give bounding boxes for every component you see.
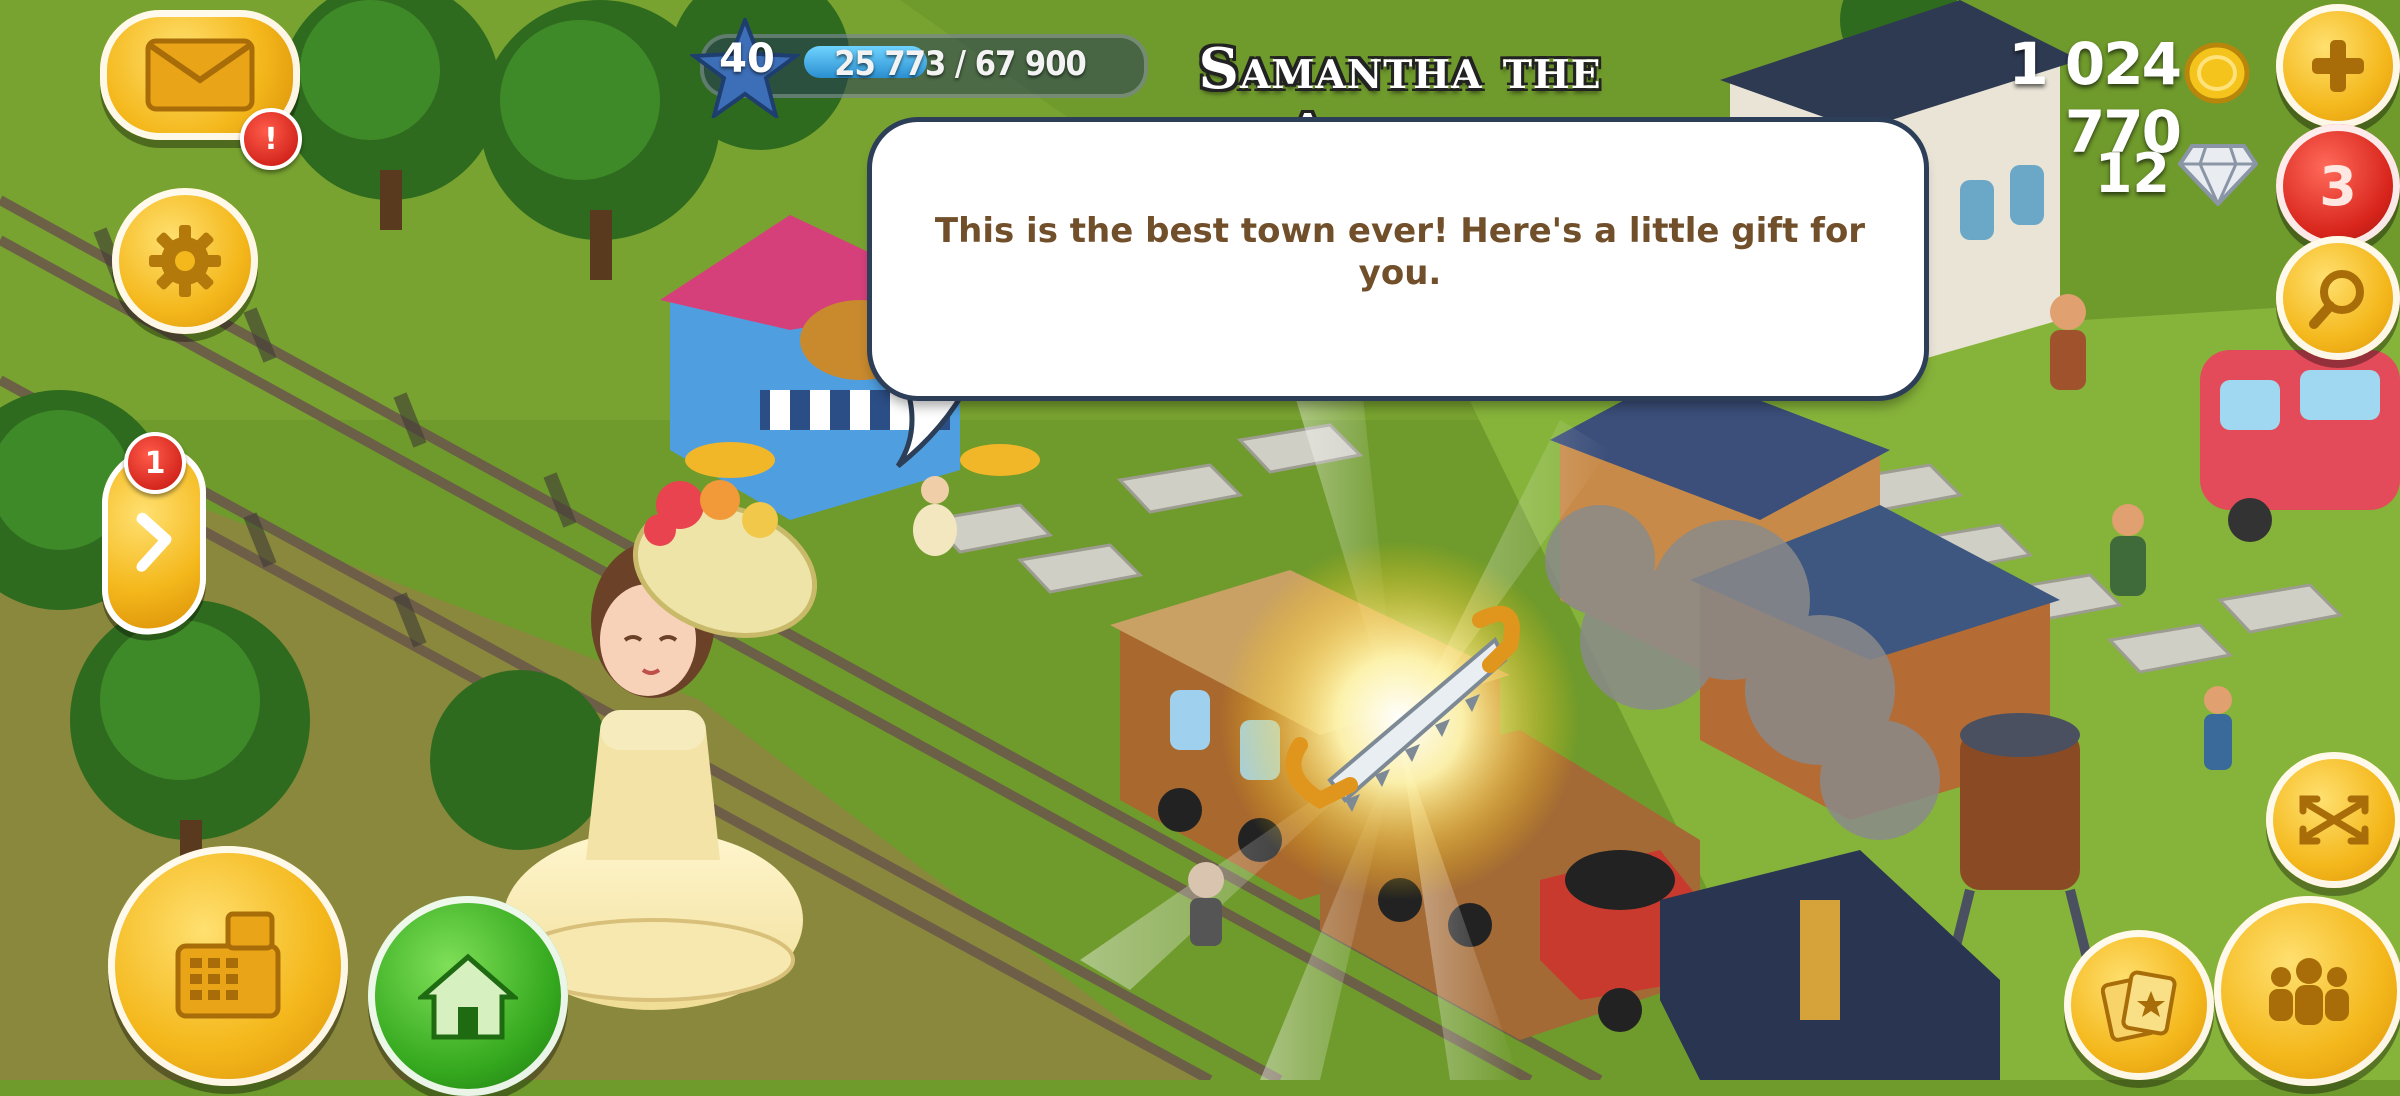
add-coins-button[interactable] xyxy=(2276,4,2400,128)
magnifier-icon xyxy=(2309,270,2364,329)
coin-icon xyxy=(2184,42,2250,104)
notifications-button[interactable]: 3 xyxy=(2276,124,2400,248)
search-button[interactable] xyxy=(2276,236,2400,360)
level-number: 40 xyxy=(719,36,775,82)
envelope-icon xyxy=(145,38,255,112)
settings-button[interactable] xyxy=(112,188,258,334)
mail-alert-text: ! xyxy=(264,121,278,157)
plus-icon xyxy=(2312,40,2364,92)
friends-button[interactable] xyxy=(2214,896,2400,1086)
diamonds-counter: 12 xyxy=(2094,142,2170,205)
home-button[interactable] xyxy=(368,896,568,1096)
dialog-message: This is the best town ever! Here's a lit… xyxy=(934,211,1866,293)
people-icon xyxy=(2269,958,2349,1025)
mail-alert-badge: ! xyxy=(240,108,302,170)
cards-button[interactable] xyxy=(2064,930,2214,1080)
expand-arrows-icon xyxy=(2299,795,2369,845)
zoom-button[interactable] xyxy=(2266,752,2400,888)
shop-button[interactable] xyxy=(108,846,348,1086)
diamond-icon xyxy=(2178,144,2258,206)
xp-text: 25 773 / 67 900 xyxy=(834,44,1087,84)
cash-register-icon xyxy=(175,911,281,1019)
gear-icon xyxy=(149,225,221,297)
chevron-right-icon xyxy=(136,512,172,572)
side-panel-badge-text: 1 xyxy=(144,445,166,481)
notifications-count: 3 xyxy=(2319,154,2357,218)
side-panel-badge: 1 xyxy=(124,432,186,494)
house-icon xyxy=(418,953,518,1040)
cards-icon xyxy=(2101,970,2177,1042)
